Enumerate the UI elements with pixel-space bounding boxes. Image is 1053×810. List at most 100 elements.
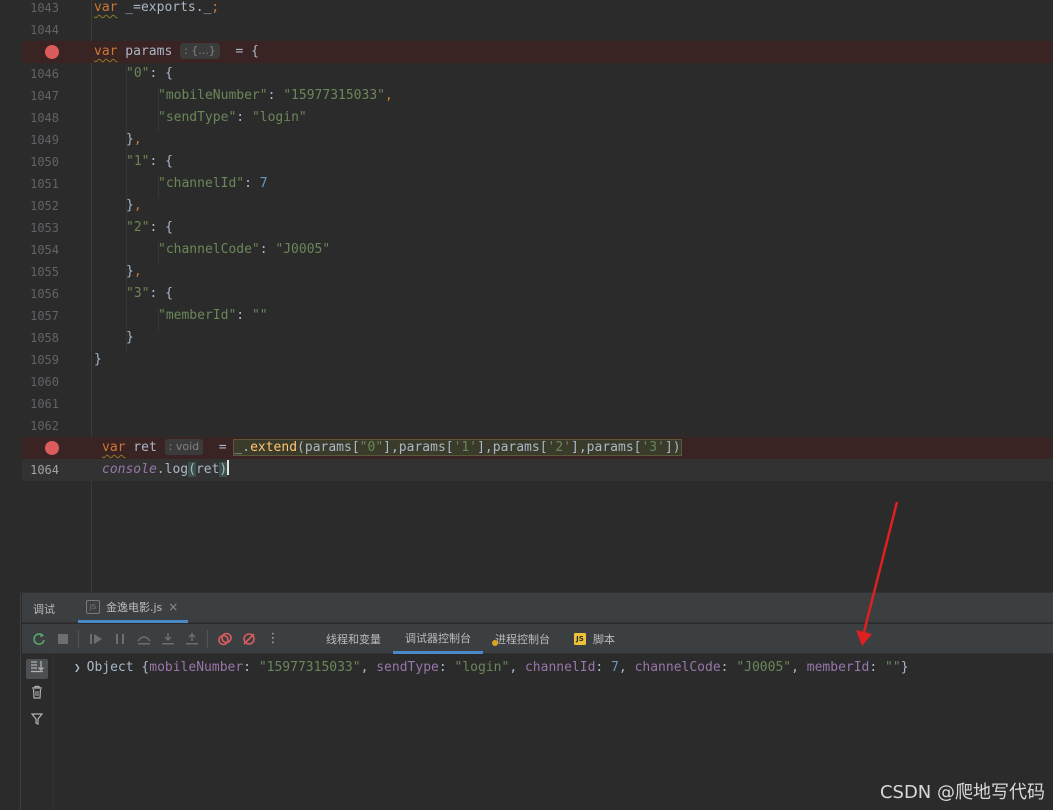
code-string: "channelId" <box>158 176 245 191</box>
console-key: sendType <box>376 660 439 675</box>
code-line[interactable]: 1047 "mobileNumber": "15977315033", <box>22 85 1053 107</box>
tab-debugger-console[interactable]: 调试器控制台 <box>393 624 483 654</box>
code-line[interactable]: 1052 }, <box>22 195 1053 217</box>
console-sep: , <box>618 660 635 675</box>
keyword: var <box>94 44 118 59</box>
close-icon[interactable]: × <box>168 600 178 614</box>
code-punct: , <box>133 198 142 213</box>
step-over-icon[interactable] <box>133 628 155 650</box>
code-string: "1" <box>126 154 150 169</box>
chevron-right-icon[interactable]: ❯ <box>74 661 81 674</box>
more-icon[interactable]: ⋮ <box>262 628 284 650</box>
js-badge-icon: JS <box>574 633 586 645</box>
resume-icon[interactable] <box>85 628 107 650</box>
code-line[interactable]: 1057 "memberId": "" <box>22 305 1053 327</box>
code-string: "sendType" <box>158 110 237 125</box>
code-punct: , <box>133 264 142 279</box>
code-line-current[interactable]: 1064 console.log(ret) <box>22 459 1053 481</box>
console-value: "" <box>885 660 901 675</box>
code-global: console <box>102 462 157 477</box>
code-string: "0" <box>359 440 384 455</box>
code-punct: , <box>384 88 393 103</box>
code-line[interactable]: 1051 "channelId": 7 <box>22 173 1053 195</box>
code-text: : <box>236 110 252 125</box>
line-number: 1064 <box>30 463 59 477</box>
tab-process-console[interactable]: 进程控制台 <box>483 624 562 654</box>
rerun-icon[interactable] <box>28 628 50 650</box>
debug-sub-tabs: 线程和变量 调试器控制台 进程控制台 JS 脚本 <box>314 624 627 654</box>
line-number: 1046 <box>30 67 59 81</box>
line-number: 1059 <box>30 353 59 367</box>
code-line[interactable]: 1059 } <box>22 349 1053 371</box>
line-number: 1043 <box>30 1 59 15</box>
console-sep: , <box>360 660 377 675</box>
stop-icon[interactable] <box>52 628 74 650</box>
console-key: mobileNumber <box>149 660 244 675</box>
step-into-icon[interactable] <box>157 628 179 650</box>
trash-icon[interactable] <box>26 685 48 705</box>
tab-label: 脚本 <box>593 633 615 646</box>
code-line[interactable]: 1044 <box>22 19 1053 41</box>
code-line-breakpoint[interactable]: var ret : void = _.extend(params["0"],pa… <box>22 437 1053 459</box>
code-line-breakpoint[interactable]: var params : {...} = { <box>22 41 1053 63</box>
debug-window-title: 调试 <box>33 603 55 616</box>
code-text: ret <box>195 462 220 477</box>
code-text: : { <box>149 66 173 81</box>
console-key: memberId <box>806 660 870 675</box>
keyword: var <box>102 440 126 455</box>
code-line[interactable]: 1043 var _=exports._; <box>22 0 1053 19</box>
code-punct: , <box>133 132 142 147</box>
code-text: } <box>126 264 134 279</box>
console-brace: } <box>900 660 909 675</box>
code-string: '3' <box>641 440 665 455</box>
code-text: ],params[ <box>477 440 548 455</box>
code-string: "15977315033" <box>283 88 385 103</box>
code-text: . <box>242 440 251 455</box>
code-line[interactable]: 1061 <box>22 393 1053 415</box>
scroll-to-end-icon[interactable] <box>26 659 48 679</box>
code-text: _=exports._ <box>117 0 212 15</box>
code-editor[interactable]: 1043 var _=exports._; 1044 var params : … <box>0 0 1053 592</box>
breakpoint-icon[interactable] <box>45 45 59 59</box>
run-config-label: 金逸电影.js <box>106 600 163 614</box>
line-number: 1056 <box>30 287 59 301</box>
code-punct: ; <box>211 0 220 15</box>
code-line[interactable]: 1062 <box>22 415 1053 437</box>
step-out-icon[interactable] <box>181 628 203 650</box>
code-line[interactable]: 1058 } <box>22 327 1053 349</box>
line-number: 1055 <box>30 265 59 279</box>
code-line[interactable]: 1053 "2": { <box>22 217 1053 239</box>
line-number: 1044 <box>30 23 59 37</box>
line-number: 1054 <box>30 243 59 257</box>
code-line[interactable]: 1056 "3": { <box>22 283 1053 305</box>
code-string: '1' <box>453 440 478 455</box>
inlay-type-hint[interactable]: : {...} <box>180 43 220 59</box>
code-text: } <box>126 330 134 345</box>
line-number: 1048 <box>30 111 59 125</box>
code-line[interactable]: 1046 "0": { <box>22 63 1053 85</box>
code-line[interactable]: 1060 <box>22 371 1053 393</box>
code-line[interactable]: 1049 }, <box>22 129 1053 151</box>
console-sep: : <box>243 660 259 675</box>
inlay-type-hint[interactable]: : void <box>164 439 204 455</box>
code-string: "memberId" <box>158 308 237 323</box>
console-output-line[interactable]: ❯ Object {mobileNumber: "15977315033", se… <box>74 659 909 677</box>
run-config-tab[interactable]: JS 金逸电影.js × <box>78 593 189 623</box>
console-value: "login" <box>454 660 510 675</box>
tab-scripts[interactable]: JS 脚本 <box>562 624 627 654</box>
breakpoints-icon[interactable] <box>214 628 236 650</box>
code-text: ) <box>219 462 228 477</box>
pause-icon[interactable] <box>109 628 131 650</box>
tab-threads-variables[interactable]: 线程和变量 <box>314 624 393 654</box>
code-line[interactable]: 1054 "channelCode": "J0005" <box>22 239 1053 261</box>
code-line[interactable]: 1055 }, <box>22 261 1053 283</box>
line-number: 1061 <box>30 397 59 411</box>
breakpoint-icon[interactable] <box>45 441 59 455</box>
code-text: : { <box>149 154 173 169</box>
debug-toolbar: ⋮ 线程和变量 调试器控制台 进程控制台 JS 脚本 <box>22 624 1053 654</box>
mute-breakpoints-icon[interactable] <box>238 628 260 650</box>
line-number: 1047 <box>30 89 59 103</box>
code-line[interactable]: 1048 "sendType": "login" <box>22 107 1053 129</box>
code-line[interactable]: 1050 "1": { <box>22 151 1053 173</box>
filter-icon[interactable] <box>26 711 48 731</box>
